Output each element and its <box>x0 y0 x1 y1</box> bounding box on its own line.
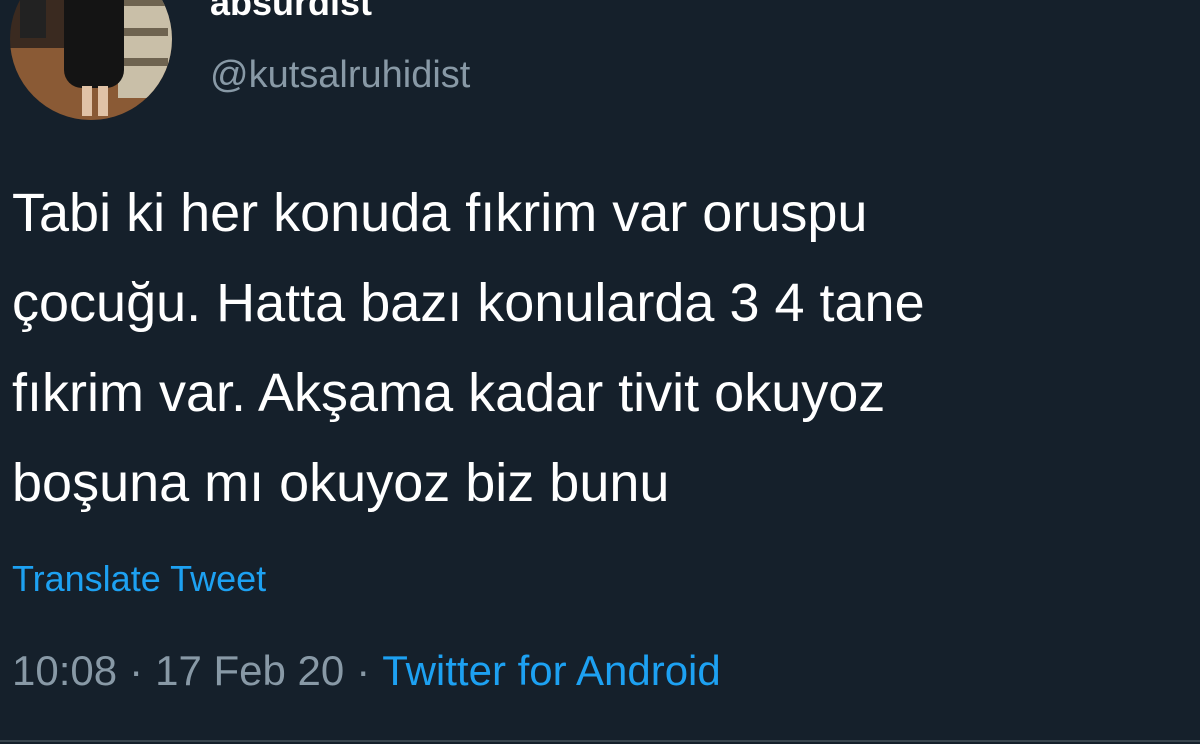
user-handle[interactable]: @kutsalruhidist <box>210 54 470 97</box>
meta-separator: · <box>356 647 371 694</box>
tweet-card: absurdist @kutsalruhidist Tabi ki her ko… <box>0 0 1200 744</box>
avatar-photo <box>10 0 172 120</box>
tweet-text-line: çocuğu. Hatta bazı konularda 3 4 tane <box>12 273 925 333</box>
tweet-time[interactable]: 10:08 <box>12 647 117 694</box>
tweet-text-line: fıkrim var. Akşama kadar tivit okuyoz <box>12 363 886 423</box>
tweet-text-line: Tabi ki her konuda fıkrim var oruspu <box>12 183 868 243</box>
divider <box>0 740 1200 742</box>
translate-tweet-link[interactable]: Translate Tweet <box>12 558 266 600</box>
tweet-text: Tabi ki her konuda fıkrim var oruspu çoc… <box>12 168 1192 528</box>
tweet-text-line: boşuna mı okuyoz biz bunu <box>12 453 670 513</box>
tweet-date[interactable]: 17 Feb 20 <box>155 647 344 694</box>
display-name[interactable]: absurdist <box>210 0 372 24</box>
meta-separator: · <box>129 647 144 694</box>
tweet-source-link[interactable]: Twitter for Android <box>382 647 720 694</box>
avatar[interactable] <box>10 0 172 120</box>
tweet-meta: 10:08 · 17 Feb 20 · Twitter for Android <box>12 647 721 695</box>
